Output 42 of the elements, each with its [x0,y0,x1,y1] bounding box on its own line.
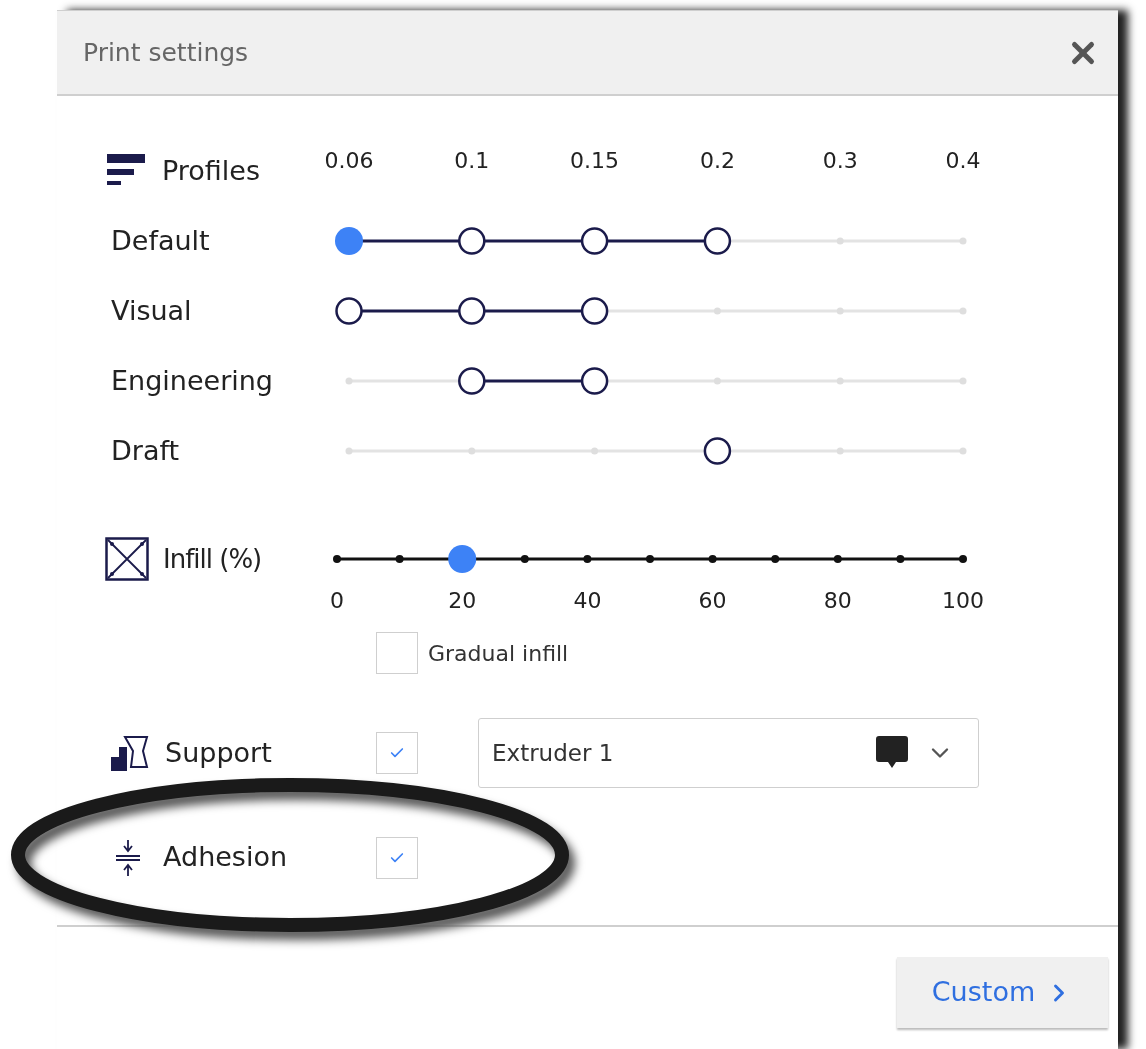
profiles-label: Profiles [162,153,261,188]
layer-point[interactable] [458,367,486,395]
custom-button[interactable]: Custom [897,957,1108,1028]
adhesion-checkbox[interactable] [376,836,418,879]
layer-point[interactable] [580,227,609,255]
layer-point[interactable] [335,297,363,325]
infill-tick-label: 0 [330,587,344,615]
layer-point[interactable] [580,367,609,395]
layer-height-label: 0.06 [324,147,374,175]
adhesion-icon [115,839,141,876]
adhesion-label: Adhesion [163,840,288,875]
support-checkbox[interactable] [376,732,418,774]
slider-track[interactable] [333,555,967,563]
gradual-infill-checkbox[interactable] [376,632,418,674]
profile-name: Draft [111,434,180,466]
infill-tick-label: 100 [942,587,984,615]
layer-point[interactable] [703,227,732,255]
profile-name: Visual [111,294,192,326]
profiles-icon [107,154,145,188]
extruder-dropdown[interactable]: Extruder 1 [478,718,979,788]
infill-label: Infill (%) [163,542,262,576]
slider-thumb[interactable] [448,545,477,573]
infill-tick-label: 80 [823,587,852,615]
layer-height-label: 0.1 [454,147,490,175]
layer-point[interactable] [580,297,609,325]
infill-icon [105,537,149,581]
layer-height-label: 0.15 [570,147,620,175]
support-label: Support [165,735,272,770]
support-icon [109,733,149,773]
infill-tick-label: 40 [573,587,602,615]
infill-tick-label: 20 [448,587,477,615]
infill-tick-label: 60 [698,587,727,615]
dialog-title: Print settings [83,36,249,69]
profile-name: Engineering [111,364,273,396]
layer-height-label: 0.4 [945,147,981,175]
layer-point[interactable] [458,227,486,255]
layer-point[interactable] [458,297,486,325]
layer-point[interactable] [703,437,732,465]
gradual-infill-label: Gradual infill [428,639,569,668]
layer-height-label: 0.3 [822,147,858,175]
layer-height-label: 0.2 [699,147,735,175]
profile-name: Default [111,224,210,256]
